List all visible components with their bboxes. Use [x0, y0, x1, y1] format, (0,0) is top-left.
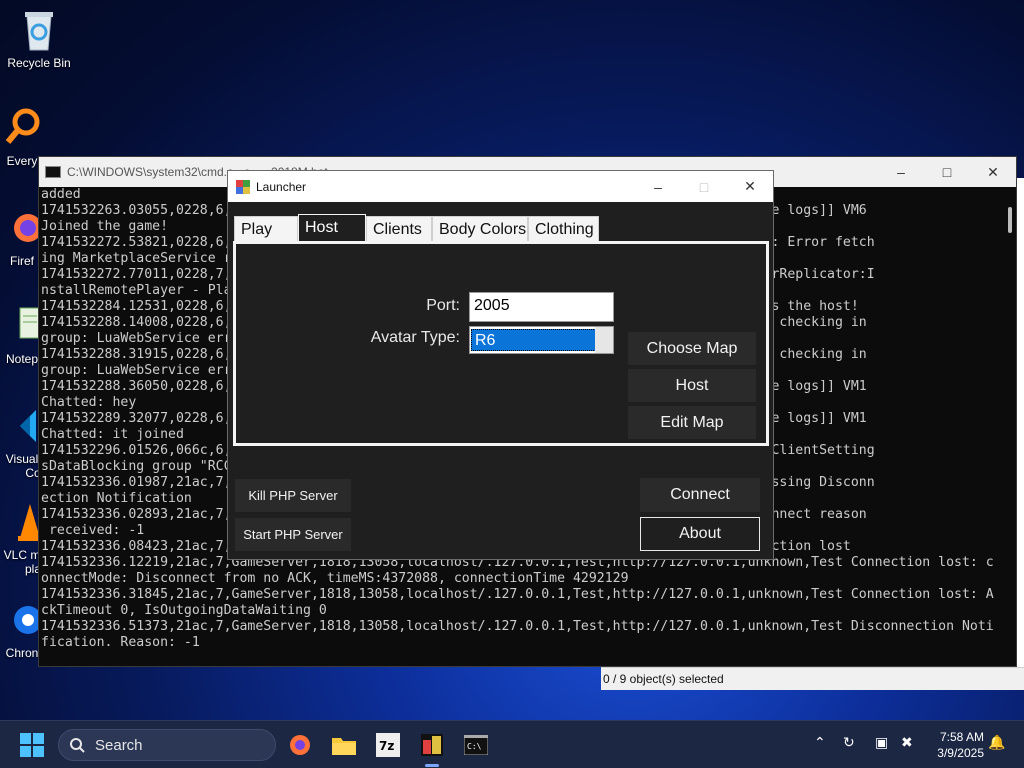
taskbar-file-explorer[interactable] — [328, 729, 360, 761]
notification-bell-icon[interactable]: 🔔 — [988, 735, 1005, 751]
launcher-window[interactable]: Launcher – □ ✕ Play Host Clients Body Co… — [227, 170, 774, 560]
tab-clients[interactable]: Clients — [366, 216, 432, 242]
tab-body-colors[interactable]: Body Colors — [432, 216, 528, 242]
port-label: Port: — [426, 297, 460, 314]
avatar-type-selected: R6 — [471, 329, 596, 351]
taskbar: Search 7z C:\ ⌃ ↻ ▣ ✖ 7:58 AM 3/9/2025 🔔 — [0, 720, 1024, 768]
firefox-icon — [290, 735, 310, 755]
taskbar-cmd[interactable]: C:\ — [460, 729, 492, 761]
chevron-up-icon[interactable]: ⌃ — [814, 735, 826, 751]
sync-icon[interactable]: ↻ — [843, 735, 855, 751]
terminal-icon: C:\ — [464, 735, 488, 755]
volume-muted-icon[interactable]: ✖ — [901, 735, 913, 751]
maximize-icon[interactable]: □ — [681, 172, 727, 202]
minimize-icon[interactable]: – — [635, 172, 681, 202]
host-tab-panel: Port: 2005 Avatar Type: R6 Choose Map Ho… — [233, 241, 769, 446]
vlc-icon — [18, 504, 42, 541]
choose-map-button[interactable]: Choose Map — [628, 332, 756, 365]
console-scrollbar[interactable] — [1000, 187, 1016, 666]
desktop-icon-recycle-bin[interactable]: Recycle Bin — [3, 8, 75, 70]
start-button-windows-icon[interactable] — [20, 733, 44, 757]
scrollbar-thumb[interactable] — [1008, 207, 1012, 233]
close-icon[interactable]: ✕ — [970, 157, 1016, 187]
launcher-tabs: Play Host Clients Body Colors Clothing — [234, 214, 599, 242]
clock-time: 7:58 AM — [939, 730, 984, 744]
clock-date: 3/9/2025 — [937, 746, 984, 760]
taskbar-search-box[interactable]: Search — [58, 729, 276, 761]
host-button[interactable]: Host — [628, 369, 756, 402]
everything-search-icon — [5, 108, 40, 144]
folder-icon — [332, 738, 356, 755]
recycle-bin-icon — [25, 12, 53, 51]
desktop-icon-label: Recycle Bin — [7, 56, 71, 70]
tab-clothing[interactable]: Clothing — [528, 216, 599, 242]
minimize-icon[interactable]: – — [878, 157, 924, 187]
tab-play[interactable]: Play — [234, 216, 298, 242]
firefox-icon — [14, 214, 42, 242]
taskbar-firefox[interactable] — [284, 729, 316, 761]
tab-host[interactable]: Host — [298, 214, 366, 242]
edit-map-button[interactable]: Edit Map — [628, 406, 756, 439]
network-icon[interactable]: ▣ — [875, 735, 888, 751]
launcher-app-icon — [421, 734, 443, 756]
svg-text:7z: 7z — [379, 739, 394, 753]
notepad-icon — [19, 307, 41, 339]
chrome-icon — [14, 606, 42, 634]
kill-php-server-button[interactable]: Kill PHP Server — [235, 479, 351, 512]
taskbar-7zip[interactable]: 7z — [372, 729, 404, 761]
console-app-icon — [45, 166, 61, 178]
seven-zip-icon: 7z — [376, 733, 400, 757]
avatar-type-label: Avatar Type: — [370, 329, 460, 346]
connect-button[interactable]: Connect — [640, 478, 760, 512]
taskbar-launcher[interactable] — [416, 729, 448, 767]
port-field[interactable]: 2005 — [469, 292, 614, 322]
launcher-title: Launcher — [256, 179, 307, 194]
explorer-status-bar: 0 / 9 object(s) selected — [601, 667, 1024, 690]
taskbar-clock[interactable]: 7:58 AM 3/9/2025 — [922, 729, 984, 761]
vscode-icon — [20, 410, 36, 442]
start-php-server-button[interactable]: Start PHP Server — [235, 518, 351, 551]
svg-text:C:\: C:\ — [467, 742, 482, 751]
about-button[interactable]: About — [640, 517, 760, 551]
launcher-titlebar[interactable]: Launcher – □ ✕ — [228, 171, 773, 202]
close-icon[interactable]: ✕ — [727, 172, 773, 202]
avatar-type-select[interactable]: R6 — [469, 326, 614, 354]
chevron-down-icon[interactable] — [595, 327, 613, 353]
launcher-app-icon — [236, 179, 250, 194]
maximize-icon[interactable]: □ — [924, 157, 970, 187]
search-placeholder: Search — [95, 736, 143, 754]
search-icon — [70, 738, 85, 753]
